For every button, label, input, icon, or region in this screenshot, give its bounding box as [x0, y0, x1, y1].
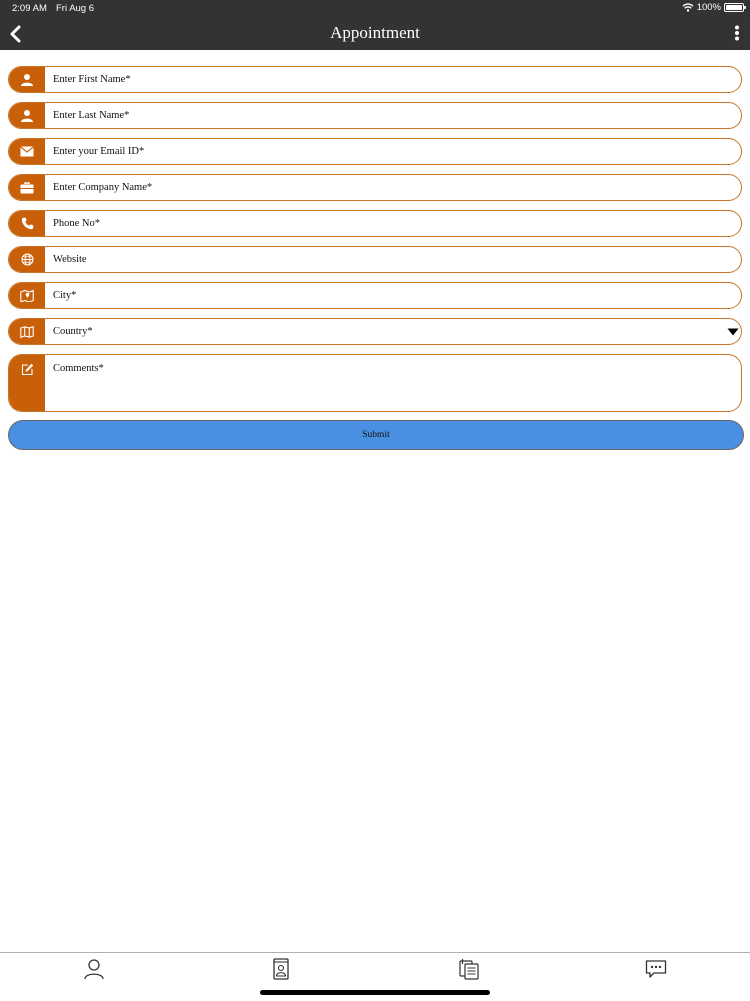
first-name-icon-box — [9, 67, 45, 92]
battery-percent: 100% — [696, 2, 721, 13]
first-name-field[interactable] — [8, 66, 742, 93]
home-indicator — [260, 990, 490, 995]
globe-icon — [20, 253, 34, 266]
profile-tab-icon[interactable] — [83, 958, 105, 980]
email-input[interactable] — [53, 139, 733, 164]
map-icon — [20, 325, 34, 338]
chat-tab-icon[interactable] — [645, 958, 667, 980]
city-map-icon — [20, 289, 34, 302]
first-name-input[interactable] — [53, 67, 733, 92]
country-icon-box — [9, 319, 45, 344]
wifi-icon — [682, 3, 694, 12]
phone-input[interactable] — [53, 211, 733, 236]
last-name-field[interactable] — [8, 102, 742, 129]
person-icon — [21, 109, 33, 122]
nav-bar: Appointment — [0, 18, 750, 50]
person-icon — [21, 73, 33, 86]
battery-icon — [724, 3, 746, 12]
submit-button[interactable]: Submit — [8, 420, 744, 450]
email-field[interactable] — [8, 138, 742, 165]
city-icon-box — [9, 283, 45, 308]
website-icon-box — [9, 247, 45, 272]
comments-icon-box — [9, 355, 45, 411]
website-input[interactable] — [53, 247, 733, 272]
status-time: 2:09 AM — [12, 3, 47, 14]
more-vertical-icon[interactable] — [734, 25, 740, 41]
city-field[interactable] — [8, 282, 742, 309]
website-field[interactable] — [8, 246, 742, 273]
phone-icon-box — [9, 211, 45, 236]
email-icon-box — [9, 139, 45, 164]
envelope-icon — [20, 146, 34, 157]
phone-icon — [21, 217, 33, 230]
company-input[interactable] — [53, 175, 733, 200]
company-icon-box — [9, 175, 45, 200]
last-name-input[interactable] — [53, 103, 733, 128]
status-bar: 2:09 AM Fri Aug 6 100% — [0, 0, 750, 18]
status-right: 100% — [682, 2, 746, 13]
page-title: Appointment — [330, 23, 420, 42]
phone-field[interactable] — [8, 210, 742, 237]
comments-input[interactable] — [53, 363, 733, 407]
city-input[interactable] — [53, 283, 733, 308]
last-name-icon-box — [9, 103, 45, 128]
documents-tab-icon[interactable] — [458, 958, 480, 980]
contact-card-tab-icon[interactable] — [270, 958, 292, 980]
country-select[interactable]: Country* — [8, 318, 742, 345]
comments-field[interactable] — [8, 354, 742, 412]
status-date: Fri Aug 6 — [56, 3, 95, 14]
briefcase-icon — [20, 181, 34, 193]
edit-icon — [21, 363, 33, 376]
caret-down-icon[interactable] — [727, 328, 739, 336]
company-field[interactable] — [8, 174, 742, 201]
country-value: Country* — [53, 326, 93, 337]
